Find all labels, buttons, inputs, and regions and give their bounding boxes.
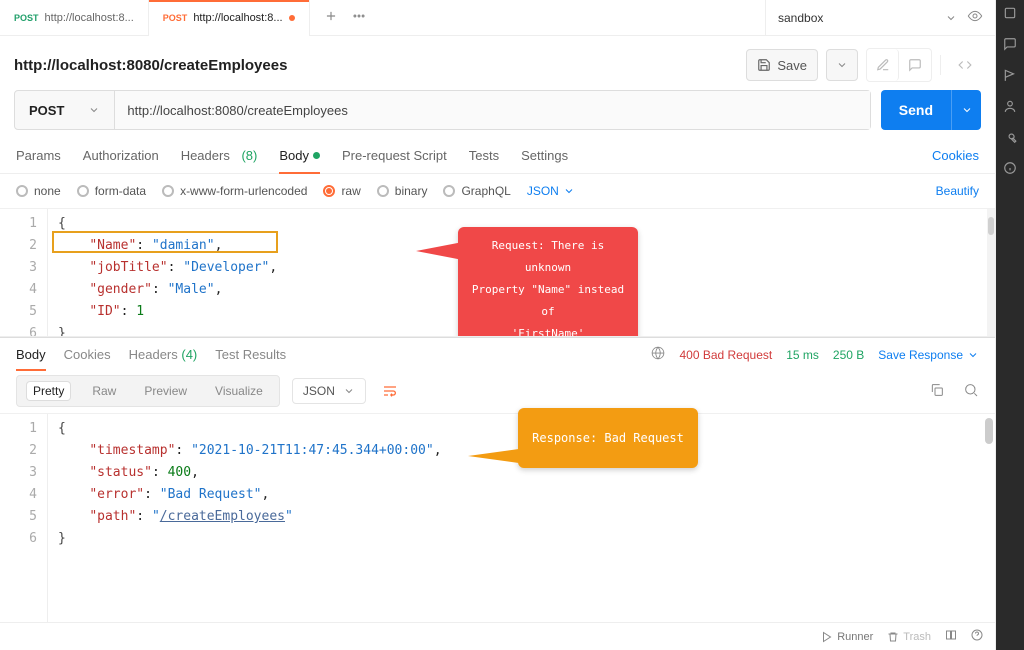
beautify-link[interactable]: Beautify	[936, 184, 979, 198]
edit-icon[interactable]	[867, 49, 899, 81]
resp-tab-testresults[interactable]: Test Results	[215, 347, 286, 362]
body-formdata[interactable]: form-data	[77, 184, 146, 198]
cookies-link[interactable]: Cookies	[932, 142, 979, 173]
sidebar-flag-icon[interactable]	[1003, 68, 1017, 85]
search-icon[interactable]	[963, 382, 979, 401]
body-raw[interactable]: raw	[323, 184, 360, 198]
environment-name: sandbox	[778, 11, 823, 25]
wrap-lines-icon[interactable]	[376, 377, 404, 405]
body-urlencoded[interactable]: x-www-form-urlencoded	[162, 184, 307, 198]
status-bar: Runner Trash	[0, 622, 995, 650]
sidebar-item-icon[interactable]	[1003, 6, 1017, 23]
unsaved-dot-icon	[289, 15, 295, 21]
two-pane-icon[interactable]	[945, 629, 957, 644]
sidebar-wrench-icon[interactable]	[1003, 130, 1017, 147]
method-badge: POST	[163, 13, 188, 23]
response-time: 15 ms	[786, 348, 819, 362]
tab-strip: POST http://localhost:8... POST http://l…	[0, 0, 995, 36]
response-status: 400 Bad Request	[679, 348, 772, 362]
request-callout: Request: There is unknown Property "Name…	[458, 227, 638, 337]
tab-tests[interactable]: Tests	[469, 142, 499, 173]
help-icon[interactable]	[971, 629, 983, 644]
code-icon[interactable]	[949, 49, 981, 81]
resp-tab-headers[interactable]: Headers (4)	[129, 347, 198, 362]
resp-tab-cookies[interactable]: Cookies	[64, 347, 111, 362]
tab-settings[interactable]: Settings	[521, 142, 568, 173]
sidebar-user-icon[interactable]	[1003, 99, 1017, 116]
request-title: http://localhost:8080/createEmployees	[14, 57, 287, 74]
response-view-toggle[interactable]: Pretty Raw Preview Visualize	[16, 375, 280, 407]
tab-label: http://localhost:8...	[45, 12, 134, 24]
request-tab-0[interactable]: POST http://localhost:8...	[0, 0, 149, 36]
response-lang-selector[interactable]: JSON	[292, 378, 366, 404]
resp-tab-body[interactable]: Body	[16, 347, 46, 362]
copy-icon[interactable]	[929, 382, 945, 401]
request-body-editor[interactable]: 123456 { "Name": "damian", "jobTitle": "…	[0, 209, 995, 337]
save-response-button[interactable]: Save Response	[878, 348, 979, 362]
url-input[interactable]: http://localhost:8080/createEmployees	[115, 91, 869, 129]
send-button[interactable]: Send	[881, 90, 981, 130]
environment-selector[interactable]: sandbox	[765, 0, 995, 36]
right-sidebar	[996, 0, 1024, 650]
response-size: 250 B	[833, 348, 864, 362]
body-graphql[interactable]: GraphQL	[443, 184, 510, 198]
tab-label: http://localhost:8...	[193, 12, 282, 24]
environment-quicklook-icon[interactable]	[967, 8, 983, 27]
body-none[interactable]: none	[16, 184, 61, 198]
method-selector[interactable]: POST	[15, 91, 115, 129]
body-language-selector[interactable]: JSON	[527, 184, 575, 198]
method-badge: POST	[14, 13, 39, 23]
request-tab-1[interactable]: POST http://localhost:8...	[149, 0, 310, 36]
response-scrollbar[interactable]	[985, 418, 993, 444]
comment-icon[interactable]	[899, 49, 931, 81]
response-body-editor[interactable]: 123456 { "timestamp": "2021-10-21T11:47:…	[0, 413, 995, 622]
body-binary[interactable]: binary	[377, 184, 428, 198]
response-callout: Response: Bad Request	[518, 408, 698, 468]
tab-body[interactable]: Body	[279, 142, 320, 173]
sidebar-comment-icon[interactable]	[1003, 37, 1017, 54]
globe-icon[interactable]	[651, 346, 665, 363]
more-tabs-icon[interactable]	[352, 9, 366, 26]
tab-params[interactable]: Params	[16, 142, 61, 173]
send-dropdown[interactable]	[951, 90, 981, 130]
runner-button[interactable]: Runner	[821, 631, 873, 643]
save-button[interactable]: Save	[746, 49, 818, 81]
editor-scrollbar[interactable]	[987, 209, 995, 336]
save-dropdown[interactable]	[826, 49, 858, 81]
tab-prerequest[interactable]: Pre-request Script	[342, 142, 447, 173]
new-tab-icon[interactable]	[324, 9, 338, 26]
trash-button[interactable]: Trash	[887, 631, 931, 643]
tab-headers[interactable]: Headers (8)	[181, 142, 258, 173]
tab-authorization[interactable]: Authorization	[83, 142, 159, 173]
sidebar-info-icon[interactable]	[1003, 161, 1017, 178]
